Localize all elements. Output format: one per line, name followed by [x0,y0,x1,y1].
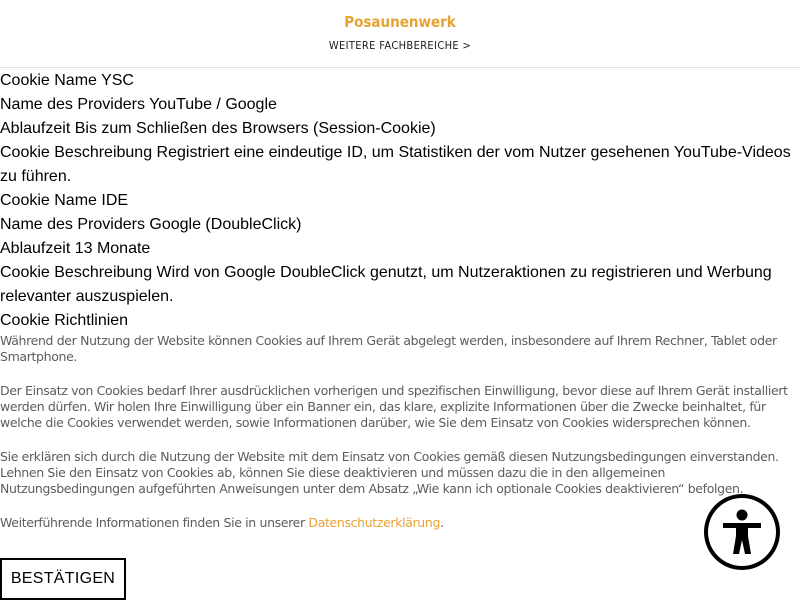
policy-paragraph: Der Einsatz von Cookies bedarf Ihrer aus… [0,383,788,430]
cookie-row: Cookie Name IDE [0,192,129,209]
cookie-row: Ablaufzeit Bis zum Schließen des Browser… [0,120,436,137]
cookie-row: Ablaufzeit 13 Monate [0,240,151,257]
cookie-row: Cookie Beschreibung Wird von Google Doub… [0,264,772,305]
cookie-details: Cookie Name YSC Name des Providers YouTu… [0,69,800,333]
policy-paragraph: Weiterführende Informationen finden Sie … [0,515,800,531]
cookie-row: Cookie Beschreibung Registriert eine ein… [0,144,791,185]
policy-paragraph: Sie erklären sich durch die Nutzung der … [0,449,779,496]
policy-text: . [440,515,444,530]
cookie-row: Name des Providers Google (DoubleClick) [0,216,302,233]
cookie-policy-heading: Cookie Richtlinien [0,312,129,329]
cookie-row: Name des Providers YouTube / Google [0,96,277,113]
policy-paragraph: Während der Nutzung der Website können C… [0,333,777,364]
subnav-link[interactable]: WEITERE FACHBEREICHE > [40,39,760,52]
cookie-row: Cookie Name YSC [0,72,134,89]
cookie-policy-text: Während der Nutzung der Website können C… [0,333,800,549]
site-header: Posaunenwerk WEITERE FACHBEREICHE > [0,0,800,68]
brand-title[interactable]: Posaunenwerk [40,13,760,31]
confirm-button[interactable]: BESTÄTIGEN [0,558,126,600]
accessibility-button-face [708,498,776,566]
accessibility-button[interactable] [704,494,780,570]
accessibility-person-icon [723,509,761,554]
policy-text: Weiterführende Informationen finden Sie … [0,515,309,530]
privacy-policy-link[interactable]: Datenschutzerklärung [308,515,440,530]
